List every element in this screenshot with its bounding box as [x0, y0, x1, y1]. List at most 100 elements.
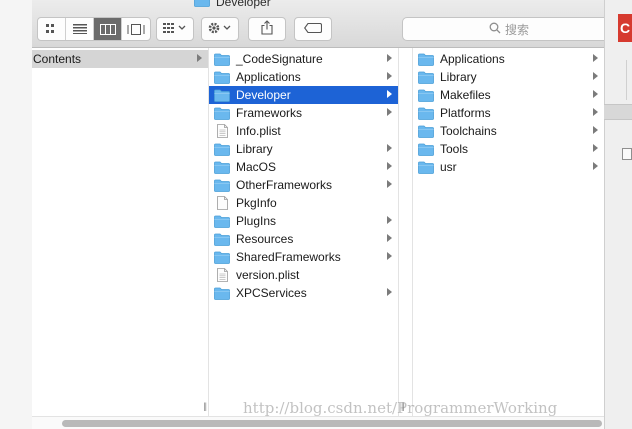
horizontal-scrollbar-thumb[interactable] [62, 420, 602, 427]
column-3-item[interactable]: Tools [413, 140, 604, 158]
disclosure-arrow-icon [593, 126, 598, 134]
item-name: version.plist [236, 268, 300, 282]
item-name: Contents [33, 52, 82, 66]
arrange-button[interactable] [156, 17, 194, 41]
disclosure-arrow-icon [387, 288, 392, 296]
disclosure-arrow-icon [197, 54, 202, 62]
column-2-item[interactable]: Frameworks [209, 104, 398, 122]
column-2-item[interactable]: version.plist [209, 266, 398, 284]
folder-icon [418, 88, 434, 102]
column-2[interactable]: _CodeSignature Applications Developer Frame… [209, 48, 399, 416]
window-title-text: Developer [216, 0, 271, 9]
item-name: Info.plist [236, 124, 281, 138]
column-3-item[interactable]: Makefiles [413, 86, 604, 104]
column-2-item[interactable]: Info.plist [209, 122, 398, 140]
folder-icon [418, 124, 434, 138]
column-1-item[interactable]: Contents [32, 50, 208, 68]
disclosure-arrow-icon [387, 144, 392, 152]
column-resize-handle-1[interactable]: || [203, 401, 207, 411]
background-window-bar [604, 104, 632, 120]
search-icon [489, 22, 501, 37]
document-icon [214, 196, 230, 210]
item-name: Platforms [440, 106, 491, 120]
horizontal-scrollbar[interactable] [32, 416, 604, 429]
item-name: OtherFrameworks [236, 178, 333, 192]
plist-file-icon [214, 124, 230, 138]
column-2-scroll-gutter: || [399, 48, 413, 416]
gear-icon [207, 21, 233, 38]
disclosure-arrow-icon [387, 90, 392, 98]
background-window-left [0, 0, 32, 429]
item-name: XPCServices [236, 286, 307, 300]
item-name: SharedFrameworks [236, 250, 341, 264]
folder-icon [214, 160, 230, 174]
item-name: Library [236, 142, 273, 156]
background-window-badge: C [618, 14, 632, 42]
background-window-control [622, 148, 632, 160]
search-field[interactable]: 搜索 [402, 17, 616, 41]
disclosure-arrow-icon [387, 54, 392, 62]
action-button[interactable] [201, 17, 239, 41]
gallery-view-icon[interactable] [122, 18, 150, 40]
background-window-divider [626, 60, 632, 100]
group-arrange-icon [163, 22, 187, 36]
item-name: Frameworks [236, 106, 303, 120]
column-1[interactable]: || Contents [32, 48, 209, 416]
disclosure-arrow-icon [593, 108, 598, 116]
tag-icon [304, 22, 323, 36]
column-2-item[interactable]: Resources [209, 230, 398, 248]
disclosure-arrow-icon [593, 72, 598, 80]
item-name: Applications [236, 70, 301, 84]
folder-icon [418, 70, 434, 84]
list-view-icon[interactable] [66, 18, 94, 40]
item-name: Applications [440, 52, 505, 66]
item-name: Toolchains [440, 124, 497, 138]
disclosure-arrow-icon [593, 90, 598, 98]
folder-icon [214, 286, 230, 300]
column-2-item[interactable]: SharedFrameworks [209, 248, 398, 266]
column-2-item[interactable]: PkgInfo [209, 194, 398, 212]
column-2-item[interactable]: PlugIns [209, 212, 398, 230]
column-2-item[interactable]: _CodeSignature [209, 50, 398, 68]
tag-button[interactable] [294, 17, 332, 41]
disclosure-arrow-icon [387, 180, 392, 188]
disclosure-arrow-icon [387, 162, 392, 170]
item-name: PlugIns [236, 214, 277, 228]
view-mode-selector[interactable] [37, 17, 151, 41]
item-name: Developer [236, 88, 291, 102]
folder-icon [418, 160, 434, 174]
folder-icon [194, 0, 210, 10]
item-name: Resources [236, 232, 294, 246]
column-3-item[interactable]: usr [413, 158, 604, 176]
folder-icon [418, 106, 434, 120]
finder-toolbar: Developer 搜索 [32, 0, 616, 48]
disclosure-arrow-icon [387, 108, 392, 116]
share-button[interactable] [248, 17, 286, 41]
column-3-item[interactable]: Platforms [413, 104, 604, 122]
folder-icon [214, 88, 230, 102]
column-view-icon[interactable] [94, 18, 122, 40]
column-2-item[interactable]: MacOS [209, 158, 398, 176]
item-name: usr [440, 160, 457, 174]
column-2-item[interactable]: XPCServices [209, 284, 398, 302]
icon-view-icon[interactable] [38, 18, 66, 40]
column-3-item[interactable]: Library [413, 68, 604, 86]
column-2-item[interactable]: Applications [209, 68, 398, 86]
disclosure-arrow-icon [387, 72, 392, 80]
folder-icon [214, 178, 230, 192]
disclosure-arrow-icon [593, 54, 598, 62]
column-3[interactable]: Applications Library Makefiles Platforms Too… [413, 48, 604, 416]
item-name: Makefiles [440, 88, 491, 102]
folder-icon [214, 214, 230, 228]
folder-icon [418, 52, 434, 66]
column-3-item[interactable]: Applications [413, 50, 604, 68]
item-name: MacOS [236, 160, 277, 174]
column-2-item[interactable]: Developer [209, 86, 398, 104]
column-2-item[interactable]: OtherFrameworks [209, 176, 398, 194]
column-3-item[interactable]: Toolchains [413, 122, 604, 140]
folder-icon [214, 52, 230, 66]
column-2-item[interactable]: Library [209, 140, 398, 158]
folder-icon [418, 142, 434, 156]
plist-file-icon [214, 268, 230, 282]
disclosure-arrow-icon [387, 234, 392, 242]
